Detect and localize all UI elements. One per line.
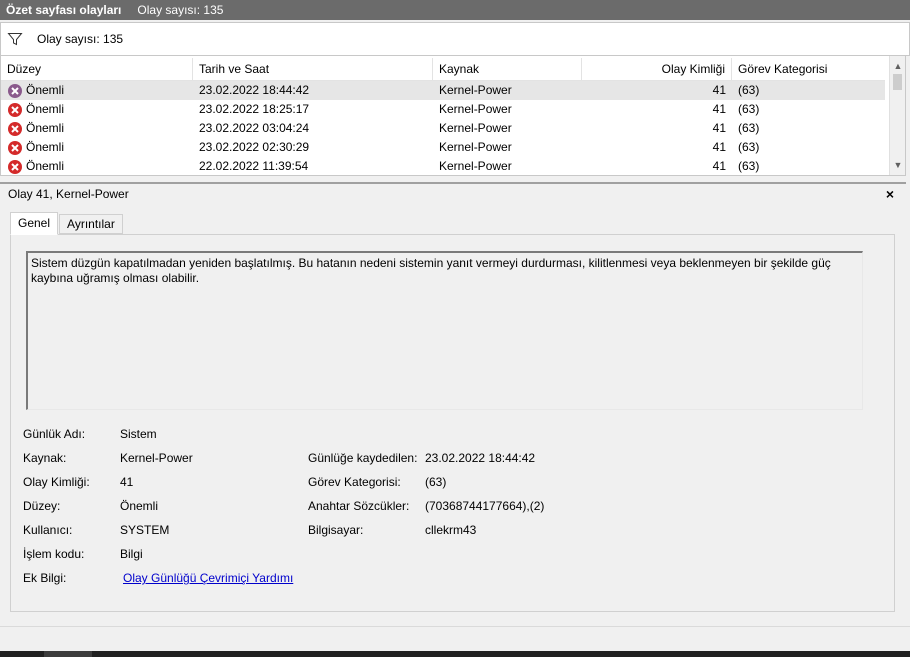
column-header-event-id[interactable]: Olay Kimliği — [582, 58, 732, 81]
event-message[interactable]: Sistem düzgün kapatılmadan yeniden başla… — [26, 251, 863, 410]
event-detail-header: Olay 41, Kernel-Power × — [0, 182, 906, 204]
row-level: Önemli — [26, 159, 65, 173]
computer-label: Bilgisayar: — [308, 523, 364, 537]
filter-bar: Olay sayısı: 135 — [0, 22, 910, 56]
online-help-link[interactable]: Olay Günlüğü Çevrimiçi Yardımı — [123, 571, 293, 585]
event-detail-title: Olay 41, Kernel-Power — [8, 187, 129, 201]
row-task-category: (63) — [738, 159, 760, 173]
keywords-value: (70368744177664),(2) — [425, 499, 545, 513]
row-datetime: 23.02.2022 02:30:29 — [199, 140, 310, 154]
summary-titlebar: Özet sayfası olayları Olay sayısı: 135 — [0, 0, 910, 20]
source-label: Kaynak: — [23, 451, 67, 465]
row-task-category: (63) — [738, 140, 760, 154]
bottom-bar — [0, 626, 910, 651]
summary-title: Özet sayfası olayları — [6, 3, 122, 17]
row-datetime: 23.02.2022 18:25:17 — [199, 102, 310, 116]
row-source: Kernel-Power — [439, 83, 512, 97]
summary-event-count: Olay sayısı: 135 — [137, 3, 224, 17]
taskbar-item[interactable] — [44, 651, 92, 657]
row-task-category: (63) — [738, 102, 760, 116]
task-category-value: (63) — [425, 475, 447, 489]
row-datetime: 23.02.2022 03:04:24 — [199, 121, 310, 135]
tab-details[interactable]: Ayrıntılar — [59, 214, 123, 234]
table-row[interactable]: Önemli 23.02.2022 18:25:17 Kernel-Power … — [1, 100, 885, 119]
column-header-level[interactable]: Düzey — [1, 58, 193, 81]
tab-general[interactable]: Genel — [10, 212, 59, 235]
row-task-category: (63) — [738, 83, 760, 97]
user-value: SYSTEM — [120, 523, 170, 537]
row-datetime: 23.02.2022 18:44:42 — [199, 83, 310, 97]
event-id-label: Olay Kimliği: — [23, 475, 90, 489]
table-row[interactable]: Önemli 23.02.2022 03:04:24 Kernel-Power … — [1, 119, 885, 138]
taskbar — [0, 651, 910, 657]
computer-value: cllekrm43 — [425, 523, 477, 537]
column-header-source[interactable]: Kaynak — [433, 58, 582, 81]
general-panel: Sistem düzgün kapatılmadan yeniden başla… — [10, 234, 895, 612]
level-label: Düzey: — [23, 499, 61, 513]
scroll-down-icon[interactable]: ▼ — [890, 157, 905, 173]
filter-icon[interactable] — [7, 31, 23, 47]
opcode-label: İşlem kodu: — [23, 547, 85, 561]
row-level: Önemli — [26, 83, 65, 97]
event-id-value: 41 — [120, 475, 134, 489]
error-icon — [8, 140, 22, 155]
scroll-up-icon[interactable]: ▲ — [890, 58, 905, 74]
row-event-id: 41 — [712, 102, 726, 116]
source-value: Kernel-Power — [120, 451, 193, 465]
row-level: Önemli — [26, 140, 65, 154]
row-source: Kernel-Power — [439, 121, 512, 135]
table-row[interactable]: Önemli 22.02.2022 11:39:54 Kernel-Power … — [1, 157, 885, 175]
table-row[interactable]: Önemli 23.02.2022 18:44:42 Kernel-Power … — [1, 81, 885, 100]
row-level: Önemli — [26, 102, 65, 116]
logged-value: 23.02.2022 18:44:42 — [425, 451, 536, 465]
row-source: Kernel-Power — [439, 102, 512, 116]
table-row[interactable]: Önemli 23.02.2022 02:30:29 Kernel-Power … — [1, 138, 885, 157]
task-category-label: Görev Kategorisi: — [308, 475, 401, 489]
log-name-value: Sistem — [120, 427, 157, 441]
error-icon — [8, 102, 22, 117]
scroll-thumb[interactable] — [893, 74, 902, 90]
error-icon — [8, 159, 22, 174]
row-source: Kernel-Power — [439, 159, 512, 173]
logged-label: Günlüğe kaydedilen: — [308, 451, 418, 465]
row-event-id: 41 — [712, 159, 726, 173]
column-header-task-category[interactable]: Görev Kategorisi — [732, 58, 885, 81]
row-task-category: (63) — [738, 121, 760, 135]
error-icon — [8, 83, 22, 98]
row-level: Önemli — [26, 121, 65, 135]
row-event-id: 41 — [712, 121, 726, 135]
close-icon[interactable]: × — [886, 186, 894, 202]
more-info-label: Ek Bilgi: — [23, 571, 67, 585]
user-label: Kullanıcı: — [23, 523, 73, 537]
row-event-id: 41 — [712, 140, 726, 154]
error-icon — [8, 121, 22, 136]
opcode-value: Bilgi — [120, 547, 143, 561]
table-scrollbar[interactable]: ▲ ▼ — [889, 56, 905, 175]
log-name-label: Günlük Adı: — [23, 427, 86, 441]
row-datetime: 22.02.2022 11:39:54 — [199, 159, 309, 173]
row-source: Kernel-Power — [439, 140, 512, 154]
event-table: Düzey Tarih ve Saat Kaynak Olay Kimliği … — [0, 56, 906, 176]
detail-tabs: Genel Ayrıntılar — [10, 212, 123, 235]
filter-event-count: Olay sayısı: 135 — [37, 32, 124, 46]
row-event-id: 41 — [712, 83, 726, 97]
level-value: Önemli — [120, 499, 159, 513]
keywords-label: Anahtar Sözcükler: — [308, 499, 410, 513]
table-header: Düzey Tarih ve Saat Kaynak Olay Kimliği … — [1, 58, 885, 81]
column-header-datetime[interactable]: Tarih ve Saat — [193, 58, 433, 81]
